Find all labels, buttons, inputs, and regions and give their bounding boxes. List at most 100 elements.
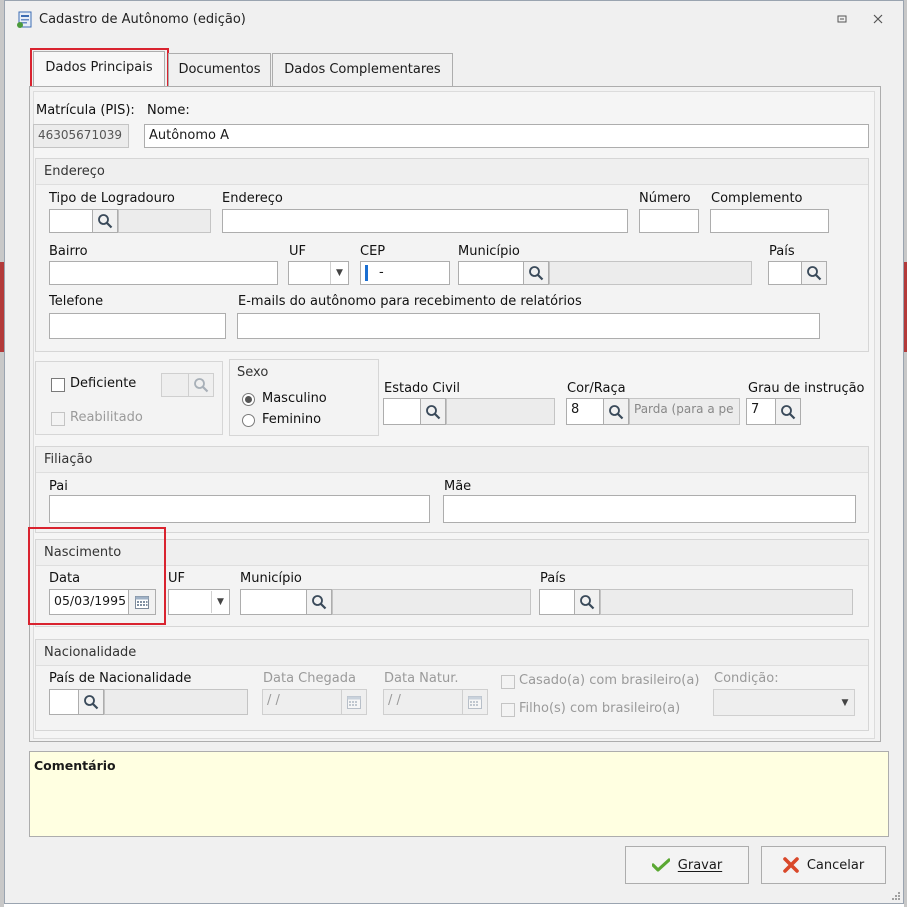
sexo-masculino-label: Masculino [262,391,327,406]
tipo-logradouro-code-field[interactable] [49,209,93,233]
matricula-label: Matrícula (PIS): [36,103,135,118]
endereco-field[interactable] [222,209,628,233]
tab-dados-complementares[interactable]: Dados Complementares [272,53,453,87]
gravar-button[interactable]: Gravar [625,846,749,884]
telefone-field[interactable] [49,313,226,339]
municipio-code-field[interactable] [458,261,524,285]
pais-nacionalidade-label: País de Nacionalidade [49,671,192,686]
search-icon [781,404,796,419]
close-icon [873,14,883,24]
nascimento-municipio-desc-field [332,589,531,615]
filhos-brasileiro-label: Filho(s) com brasileiro(a) [519,701,681,716]
data-natur-label: Data Natur. [384,671,459,686]
chevron-down-icon: ▼ [841,698,849,708]
pais-label: País [769,244,795,259]
municipio-search-button[interactable] [523,261,549,285]
deficiente-checkbox[interactable] [51,378,65,392]
complemento-field[interactable] [710,209,829,233]
sexo-masculino-radio[interactable] [242,393,255,406]
search-icon [194,378,209,393]
pai-field[interactable] [49,495,430,523]
search-icon [312,595,327,610]
nascimento-municipio-label: Município [240,571,302,586]
grau-instrucao-search-button[interactable] [775,398,801,425]
resize-grip-icon[interactable] [891,891,901,901]
form-app-icon [17,11,32,28]
nascimento-pais-desc-field [600,589,853,615]
estado-civil-label: Estado Civil [384,381,460,396]
search-icon [609,404,624,419]
cancelar-label: Cancelar [806,857,865,873]
pais-nacionalidade-code-field[interactable] [49,689,79,715]
municipio-desc-field [549,261,752,285]
nascimento-calendar-button[interactable] [128,589,156,615]
reabilitado-checkbox [51,412,65,426]
emails-field[interactable] [237,313,820,339]
grau-instrucao-code-field[interactable]: 7 [746,398,776,425]
cor-raca-search-button[interactable] [603,398,629,425]
estado-civil-search-button[interactable] [420,398,446,425]
nascimento-uf-select[interactable]: ▼ [168,589,230,615]
casado-brasileiro-checkbox [501,675,515,689]
restore-button[interactable] [833,11,851,29]
data-natur-field: / / [383,689,463,715]
pais-code-field[interactable] [768,261,802,285]
nascimento-uf-label: UF [168,571,185,586]
sexo-feminino-radio[interactable] [242,414,255,427]
tipo-logradouro-search-button[interactable] [92,209,118,233]
comentario-area[interactable]: Comentário [29,751,889,837]
nacionalidade-group-title: Nacionalidade [36,640,868,666]
window-title: Cadastro de Autônomo (edição) [39,12,246,27]
emails-label: E-mails do autônomo para recebimento de … [238,294,582,309]
cor-raca-label: Cor/Raça [567,381,626,396]
uf-select[interactable]: ▼ [288,261,349,285]
estado-civil-desc-field [446,398,555,425]
nascimento-pais-label: País [540,571,566,586]
deficiente-label: Deficiente [70,376,137,391]
search-icon [84,695,99,710]
nascimento-data-field[interactable]: 05/03/1995 [49,589,129,615]
text-cursor [365,265,368,281]
numero-label: Número [639,191,691,206]
cep-field[interactable]: - [360,261,450,285]
data-chegada-label: Data Chegada [263,671,356,686]
nascimento-municipio-search-button[interactable] [306,589,332,615]
endereco-group-title: Endereço [36,159,868,185]
pais-search-button[interactable] [801,261,827,285]
nascimento-pais-code-field[interactable] [539,589,575,615]
nascimento-pais-search-button[interactable] [574,589,600,615]
gravar-label: Gravar [677,857,723,873]
bairro-field[interactable] [49,261,278,285]
uf-label: UF [289,244,306,259]
casado-brasileiro-label: Casado(a) com brasileiro(a) [519,673,700,688]
deficiencia-code-field [161,373,189,397]
estado-civil-code-field[interactable] [383,398,421,425]
numero-field[interactable] [639,209,699,233]
bairro-label: Bairro [49,244,88,259]
cor-raca-code-field[interactable]: 8 [566,398,604,425]
pais-nacionalidade-search-button[interactable] [78,689,104,715]
check-icon [651,858,670,872]
close-button[interactable] [869,11,887,29]
data-chegada-calendar-button [341,689,367,715]
cancelar-button[interactable]: Cancelar [761,846,886,884]
cancel-x-icon [783,857,799,873]
data-natur-calendar-button [462,689,488,715]
title-bar: Cadastro de Autônomo (edição) [5,1,903,39]
nome-field[interactable]: Autônomo A [144,124,869,148]
condicao-select: ▼ [713,689,855,716]
tab-highlight [30,48,169,88]
tab-documentos[interactable]: Documentos [168,53,271,87]
matricula-field[interactable]: 46305671039 [33,124,129,148]
telefone-label: Telefone [49,294,104,309]
search-icon [580,595,595,610]
calendar-icon [135,596,149,609]
endereco-label: Endereço [222,191,283,206]
pai-label: Pai [49,479,68,494]
calendar-icon [468,696,482,709]
sexo-group-title: Sexo [237,365,269,380]
cep-label: CEP [360,244,386,259]
mae-label: Mãe [444,479,472,494]
nascimento-municipio-code-field[interactable] [240,589,307,615]
mae-field[interactable] [443,495,856,523]
